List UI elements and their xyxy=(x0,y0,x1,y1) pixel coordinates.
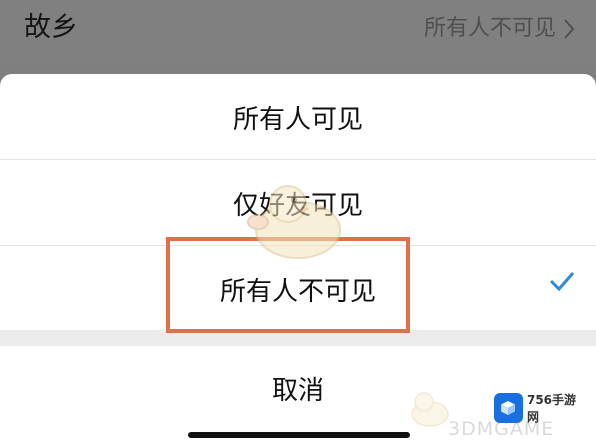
cancel-label: 取消 xyxy=(271,375,324,406)
chevron-right-icon xyxy=(564,19,575,39)
site-logo: 756手游网 xyxy=(494,387,586,429)
hometown-row[interactable]: 故乡 所有人不可见 xyxy=(0,0,596,62)
home-indicator xyxy=(188,432,410,438)
logo-text: 756手游网 xyxy=(526,393,577,424)
hometown-label: 故乡 xyxy=(24,12,78,43)
section-gap xyxy=(0,330,596,346)
mascot-watermark-icon xyxy=(247,185,341,259)
option-label: 所有人不可见 xyxy=(219,276,376,307)
cube-logo-icon xyxy=(494,393,523,423)
checkmark-icon xyxy=(549,272,575,292)
visibility-value: 所有人不可见 xyxy=(423,16,556,41)
option-label: 所有人可见 xyxy=(232,104,363,135)
option-everyone-visible[interactable]: 所有人可见 xyxy=(0,74,596,160)
mascot-watermark-small-icon xyxy=(411,392,449,427)
